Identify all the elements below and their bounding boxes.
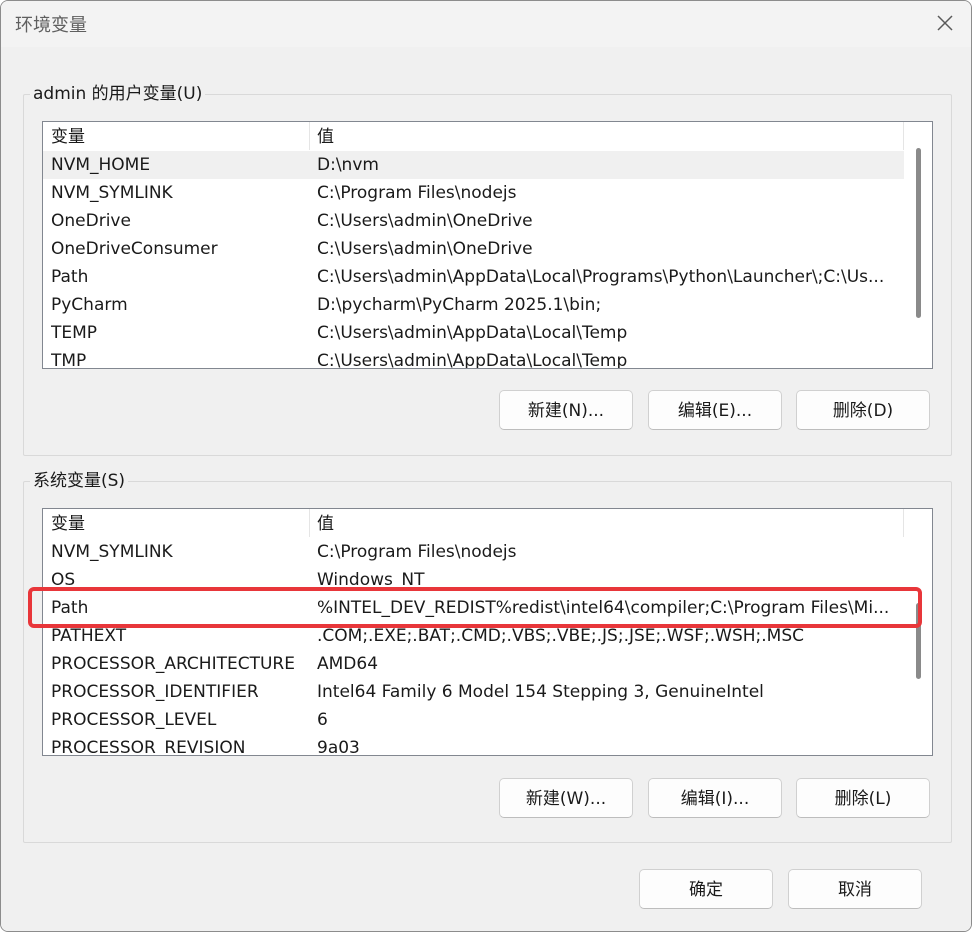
table-row[interactable]: NVM_HOME D:\nvm (43, 151, 904, 179)
table-row[interactable]: OS Windows_NT (43, 566, 904, 594)
row-value: C:\Users\admin\AppData\Local\Temp (317, 323, 628, 343)
table-row[interactable]: PROCESSOR_IDENTIFIER Intel64 Family 6 Mod… (43, 678, 904, 706)
list-header: 变量 值 (43, 509, 932, 537)
table-row[interactable]: OneDrive C:\Users\admin\OneDrive (43, 207, 904, 235)
user-new-button[interactable]: 新建(N)... (499, 390, 633, 430)
row-variable: Path (51, 267, 89, 287)
user-delete-button[interactable]: 删除(D) (796, 390, 930, 430)
row-value: C:\Users\admin\OneDrive (317, 211, 533, 231)
table-row[interactable]: OneDriveConsumer C:\Users\admin\OneDrive (43, 235, 904, 263)
vertical-scrollbar[interactable] (904, 122, 932, 368)
row-variable: PROCESSOR_ARCHITECTURE (51, 654, 295, 674)
row-variable: OS (51, 570, 76, 590)
cancel-button[interactable]: 取消 (788, 869, 922, 909)
user-edit-button[interactable]: 编辑(E)... (648, 390, 782, 430)
column-header-value[interactable]: 值 (309, 509, 334, 537)
row-variable: PROCESSOR_REVISION (51, 738, 246, 755)
row-variable: NVM_SYMLINK (51, 542, 173, 562)
table-row[interactable]: Path C:\Users\admin\AppData\Local\Program… (43, 263, 904, 291)
list-rows: NVM_HOME D:\nvm NVM_SYMLINK C:\Program Fil… (43, 151, 904, 368)
row-variable: PROCESSOR_LEVEL (51, 710, 217, 730)
row-value: 9a03 (317, 738, 360, 755)
user-variables-label: admin 的用户变量(U) (30, 82, 206, 106)
row-value: C:\Program Files\nodejs (317, 542, 517, 562)
table-row[interactable]: PROCESSOR_ARCHITECTURE AMD64 (43, 650, 904, 678)
row-value: C:\Users\admin\OneDrive (317, 239, 533, 259)
scrollbar-thumb[interactable] (916, 603, 921, 679)
row-variable: OneDrive (51, 211, 131, 231)
row-variable: PATHEXT (51, 626, 127, 646)
row-value: C:\Users\admin\AppData\Local\Temp (317, 351, 628, 368)
system-variables-label: 系统变量(S) (30, 469, 129, 493)
table-row[interactable]: TEMP C:\Users\admin\AppData\Local\Temp (43, 319, 904, 347)
row-value: C:\Program Files\nodejs (317, 183, 517, 203)
environment-variables-dialog: 环境变量 admin 的用户变量(U) 变量 值 NVM_HOME D:\nvm … (0, 0, 972, 932)
row-variable: NVM_SYMLINK (51, 183, 173, 203)
row-variable: PROCESSOR_IDENTIFIER (51, 682, 259, 702)
system-edit-button[interactable]: 编辑(I)... (648, 778, 782, 818)
ok-button[interactable]: 确定 (639, 869, 773, 909)
list-rows: NVM_SYMLINK C:\Program Files\nodejs OS Win… (43, 538, 904, 755)
row-variable: TEMP (51, 323, 98, 343)
table-row[interactable]: TMP C:\Users\admin\AppData\Local\Temp (43, 347, 904, 368)
row-value: 6 (317, 710, 328, 730)
row-variable: OneDriveConsumer (51, 239, 218, 259)
system-variables-group: 系统变量(S) 变量 值 NVM_SYMLINK C:\Program Files… (23, 469, 952, 843)
scrollbar-thumb[interactable] (916, 148, 921, 318)
row-value: C:\Users\admin\AppData\Local\Programs\Py… (317, 267, 885, 287)
table-row[interactable]: NVM_SYMLINK C:\Program Files\nodejs (43, 179, 904, 207)
table-row[interactable]: NVM_SYMLINK C:\Program Files\nodejs (43, 538, 904, 566)
dialog-title: 环境变量 (15, 15, 87, 36)
row-value: AMD64 (317, 654, 379, 674)
close-button[interactable] (919, 1, 971, 45)
system-new-button[interactable]: 新建(W)... (499, 778, 633, 818)
table-row[interactable]: PATHEXT .COM;.EXE;.BAT;.CMD;.VBS;.VBE;.JS… (43, 622, 904, 650)
row-variable: Path (51, 598, 89, 618)
dialog-body: admin 的用户变量(U) 变量 值 NVM_HOME D:\nvm NVM_S… (1, 47, 971, 931)
row-value: D:\nvm (317, 155, 379, 175)
list-header: 变量 值 (43, 122, 932, 150)
system-delete-button[interactable]: 删除(L) (796, 778, 930, 818)
column-header-variable[interactable]: 变量 (43, 122, 85, 150)
row-value: Intel64 Family 6 Model 154 Stepping 3, G… (317, 682, 764, 702)
title-bar[interactable]: 环境变量 (1, 1, 971, 47)
column-header-value[interactable]: 值 (309, 122, 334, 150)
vertical-scrollbar[interactable] (904, 509, 932, 755)
table-row[interactable]: PROCESSOR_LEVEL 6 (43, 706, 904, 734)
row-value: D:\pycharm\PyCharm 2025.1\bin; (317, 295, 602, 315)
table-row[interactable]: PyCharm D:\pycharm\PyCharm 2025.1\bin; (43, 291, 904, 319)
user-variables-group: admin 的用户变量(U) 变量 值 NVM_HOME D:\nvm NVM_S… (23, 82, 952, 456)
row-variable: TMP (51, 351, 87, 368)
row-value: %INTEL_DEV_REDIST%redist\intel64\compile… (317, 598, 890, 618)
table-row[interactable]: Path %INTEL_DEV_REDIST%redist\intel64\com… (43, 594, 904, 622)
row-value: .COM;.EXE;.BAT;.CMD;.VBS;.VBE;.JS;.JSE;.… (317, 626, 805, 646)
system-variables-list[interactable]: 变量 值 NVM_SYMLINK C:\Program Files\nodejs … (42, 508, 933, 756)
user-variables-list[interactable]: 变量 值 NVM_HOME D:\nvm NVM_SYMLINK C:\Progra… (42, 121, 933, 369)
column-header-variable[interactable]: 变量 (43, 509, 85, 537)
table-row[interactable]: PROCESSOR_REVISION 9a03 (43, 734, 904, 755)
close-icon (937, 15, 953, 31)
row-variable: PyCharm (51, 295, 128, 315)
row-variable: NVM_HOME (51, 155, 151, 175)
row-value: Windows_NT (317, 570, 425, 590)
